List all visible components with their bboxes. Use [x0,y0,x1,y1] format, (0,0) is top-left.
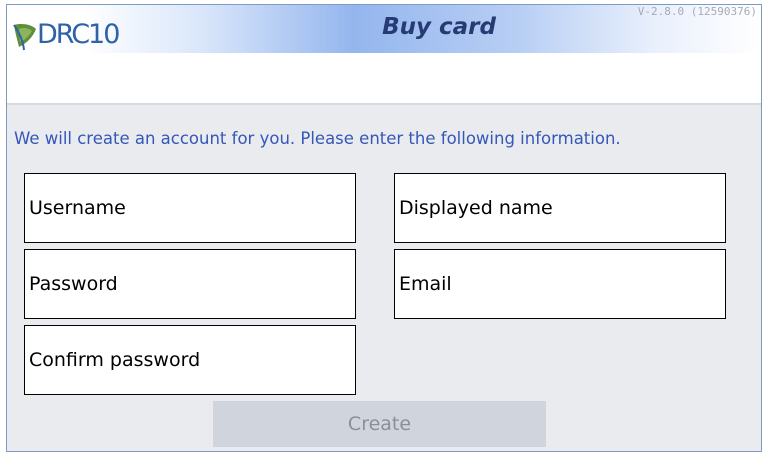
email-field[interactable]: Email [394,249,726,319]
displayed-name-placeholder: Displayed name [399,197,553,219]
confirm-password-placeholder: Confirm password [29,349,201,371]
create-button[interactable]: Create [213,401,546,447]
username-field[interactable]: Username [24,173,356,243]
password-field[interactable]: Password [24,249,356,319]
displayed-name-field[interactable]: Displayed name [394,173,726,243]
version-label: V-2.8.0 (12590376) [637,5,757,18]
email-placeholder: Email [399,273,452,295]
instructions-text: We will create an account for you. Pleas… [14,129,621,148]
username-placeholder: Username [29,197,126,219]
password-placeholder: Password [29,273,118,295]
toolbar-strip [7,53,761,105]
app-window: DRC10 Buy card V-2.8.0 (12590376) We wil… [6,4,762,452]
confirm-password-field[interactable]: Confirm password [24,325,356,395]
header-bar: DRC10 Buy card V-2.8.0 (12590376) [7,5,761,53]
